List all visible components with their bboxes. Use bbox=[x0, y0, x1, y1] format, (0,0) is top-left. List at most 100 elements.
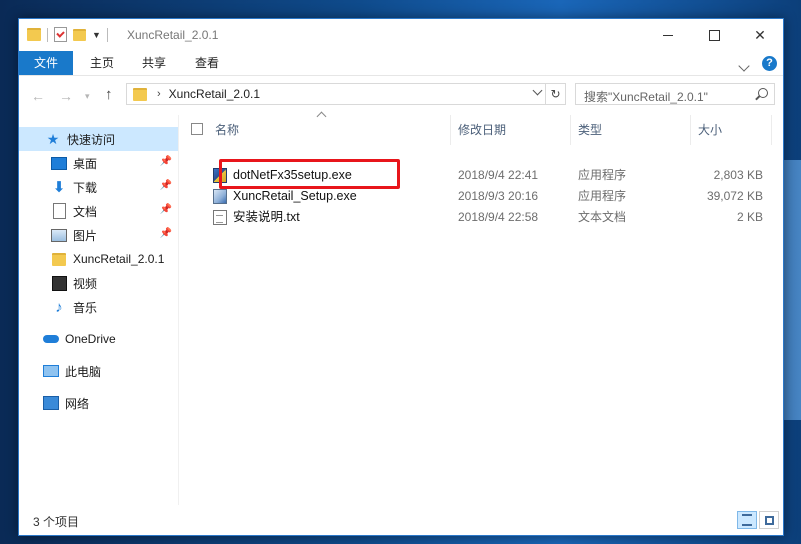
sidebar-item-this-pc[interactable]: 此电脑 bbox=[19, 359, 178, 383]
sidebar-item-label: 桌面 bbox=[73, 156, 98, 171]
close-button[interactable]: ✕ bbox=[737, 19, 783, 51]
select-all-checkbox[interactable] bbox=[191, 123, 203, 135]
quick-access-toolbar: ▼ bbox=[27, 27, 108, 42]
column-header-type[interactable]: 类型 bbox=[578, 115, 602, 145]
folder-icon bbox=[133, 87, 147, 101]
music-icon: ♪ bbox=[55, 298, 63, 316]
minimize-button[interactable] bbox=[645, 19, 691, 51]
folder-icon bbox=[51, 252, 67, 266]
folder-icon[interactable] bbox=[27, 28, 41, 41]
sidebar-item-label: 音乐 bbox=[73, 300, 98, 315]
file-size: 2,803 KB bbox=[713, 168, 763, 182]
sidebar-item-pictures[interactable]: 图片 📌 bbox=[19, 223, 178, 247]
item-count: 3 个项目 bbox=[33, 515, 80, 529]
explorer-window: ▼ XuncRetail_2.0.1 ✕ 文件 主页 共享 查看 ? ← → ▾… bbox=[18, 18, 784, 536]
large-icons-view-button[interactable] bbox=[759, 511, 779, 529]
onedrive-icon bbox=[43, 332, 59, 346]
tab-view[interactable]: 查看 bbox=[184, 51, 230, 75]
desktop-icon bbox=[51, 156, 67, 170]
sidebar-item-onedrive[interactable]: OneDrive bbox=[19, 327, 178, 351]
file-name: 安装说明.txt bbox=[233, 210, 300, 224]
file-size: 39,072 KB bbox=[706, 189, 763, 203]
status-bar: 3 个项目 bbox=[19, 505, 783, 535]
pin-icon[interactable]: 📌 bbox=[160, 180, 172, 191]
sidebar-item-downloads[interactable]: ⬇ 下载 📌 bbox=[19, 175, 178, 199]
refresh-button[interactable]: ↻ bbox=[546, 83, 566, 105]
column-header-name[interactable]: 名称 bbox=[215, 115, 239, 145]
file-date: 2018/9/4 22:58 bbox=[458, 210, 539, 224]
file-type: 文本文档 bbox=[578, 210, 627, 224]
file-date: 2018/9/4 22:41 bbox=[458, 168, 539, 182]
column-divider[interactable] bbox=[450, 115, 451, 145]
pictures-icon bbox=[51, 228, 67, 242]
column-divider[interactable] bbox=[570, 115, 571, 145]
recent-locations-chevron-icon[interactable]: ▾ bbox=[85, 91, 90, 102]
window-title: XuncRetail_2.0.1 bbox=[127, 28, 219, 42]
ribbon-right-controls: ? bbox=[738, 56, 777, 72]
sidebar-item-quick-access[interactable]: ★ 快速访问 bbox=[19, 127, 178, 151]
title-bar: ▼ XuncRetail_2.0.1 ✕ bbox=[19, 19, 783, 51]
tab-file[interactable]: 文件 bbox=[19, 51, 73, 75]
sidebar-item-network[interactable]: 网络 bbox=[19, 391, 178, 415]
highlight-box bbox=[219, 159, 400, 189]
file-row[interactable]: XuncRetail_Setup.exe 2018/9/3 20:16 应用程序… bbox=[209, 186, 769, 207]
file-date: 2018/9/3 20:16 bbox=[458, 189, 539, 203]
toolbar-separator bbox=[106, 27, 108, 42]
sidebar-item-videos[interactable]: 视频 bbox=[19, 271, 178, 295]
search-box[interactable]: 搜索"XuncRetail_2.0.1" bbox=[575, 83, 775, 105]
navigation-bar: ← → ▾ ↑ › XuncRetail_2.0.1 ↻ 搜索"XuncReta… bbox=[19, 75, 783, 115]
sidebar-item-desktop[interactable]: 桌面 📌 bbox=[19, 151, 178, 175]
search-input[interactable]: 搜索"XuncRetail_2.0.1" bbox=[584, 88, 708, 105]
document-icon bbox=[51, 203, 67, 219]
forward-button[interactable]: → bbox=[59, 88, 73, 104]
file-row[interactable]: 安装说明.txt 2018/9/4 22:58 文本文档 2 KB bbox=[209, 207, 769, 228]
pin-icon[interactable]: 📌 bbox=[160, 156, 172, 167]
column-divider[interactable] bbox=[690, 115, 691, 145]
column-header-date[interactable]: 修改日期 bbox=[458, 115, 506, 145]
details-view-button[interactable] bbox=[737, 511, 757, 529]
large-icons-view-icon bbox=[764, 515, 774, 525]
sidebar-item-label: 快速访问 bbox=[67, 132, 116, 147]
close-icon: ✕ bbox=[754, 26, 766, 43]
sidebar-item-music[interactable]: ♪ 音乐 bbox=[19, 295, 178, 319]
address-bar[interactable]: › XuncRetail_2.0.1 bbox=[126, 83, 546, 105]
search-icon[interactable] bbox=[758, 88, 768, 98]
address-dropdown-icon[interactable] bbox=[532, 85, 543, 96]
sidebar-item-label: XuncRetail_2.0.1 bbox=[73, 252, 165, 266]
sidebar-item-label: 网络 bbox=[65, 396, 90, 411]
sidebar-item-xuncretail[interactable]: XuncRetail_2.0.1 bbox=[19, 247, 178, 271]
up-button[interactable]: ↑ bbox=[105, 86, 113, 103]
expand-ribbon-chevron-icon[interactable] bbox=[738, 59, 750, 72]
sidebar-item-label: 此电脑 bbox=[65, 364, 102, 379]
properties-icon[interactable] bbox=[54, 27, 67, 42]
sidebar-item-documents[interactable]: 文档 📌 bbox=[19, 199, 178, 223]
sidebar-item-label: 视频 bbox=[73, 276, 98, 291]
pin-icon[interactable]: 📌 bbox=[160, 204, 172, 215]
video-icon bbox=[51, 275, 67, 291]
sidebar-item-label: 文档 bbox=[73, 204, 98, 219]
column-header-size[interactable]: 大小 bbox=[698, 115, 722, 145]
navigation-pane: ★ 快速访问 桌面 📌 ⬇ 下载 📌 文档 📌 图片 📌 XuncRetail_… bbox=[19, 115, 179, 507]
ribbon-tabs: 文件 主页 共享 查看 ? bbox=[19, 51, 783, 76]
tab-home[interactable]: 主页 bbox=[79, 51, 125, 75]
file-size: 2 KB bbox=[736, 210, 763, 224]
window-controls: ✕ bbox=[645, 19, 783, 51]
setup-exe-icon bbox=[213, 189, 227, 204]
sidebar-item-label: OneDrive bbox=[65, 332, 116, 346]
back-button[interactable]: ← bbox=[31, 88, 45, 104]
maximize-button[interactable] bbox=[691, 19, 737, 51]
help-icon[interactable]: ? bbox=[762, 56, 777, 71]
customize-toolbar-chevron-icon[interactable]: ▼ bbox=[92, 30, 101, 40]
breadcrumb-chevron-icon[interactable]: › bbox=[157, 88, 161, 100]
column-divider[interactable] bbox=[771, 115, 772, 145]
tab-share[interactable]: 共享 bbox=[131, 51, 177, 75]
file-type: 应用程序 bbox=[578, 168, 627, 182]
pin-icon[interactable]: 📌 bbox=[160, 228, 172, 239]
sidebar-item-label: 下载 bbox=[73, 180, 98, 195]
sidebar-item-label: 图片 bbox=[73, 228, 98, 243]
breadcrumb-path[interactable]: XuncRetail_2.0.1 bbox=[169, 87, 260, 101]
file-type: 应用程序 bbox=[578, 189, 627, 203]
details-view-icon bbox=[742, 514, 752, 526]
maximize-icon bbox=[708, 29, 720, 41]
new-folder-icon[interactable] bbox=[73, 28, 86, 41]
